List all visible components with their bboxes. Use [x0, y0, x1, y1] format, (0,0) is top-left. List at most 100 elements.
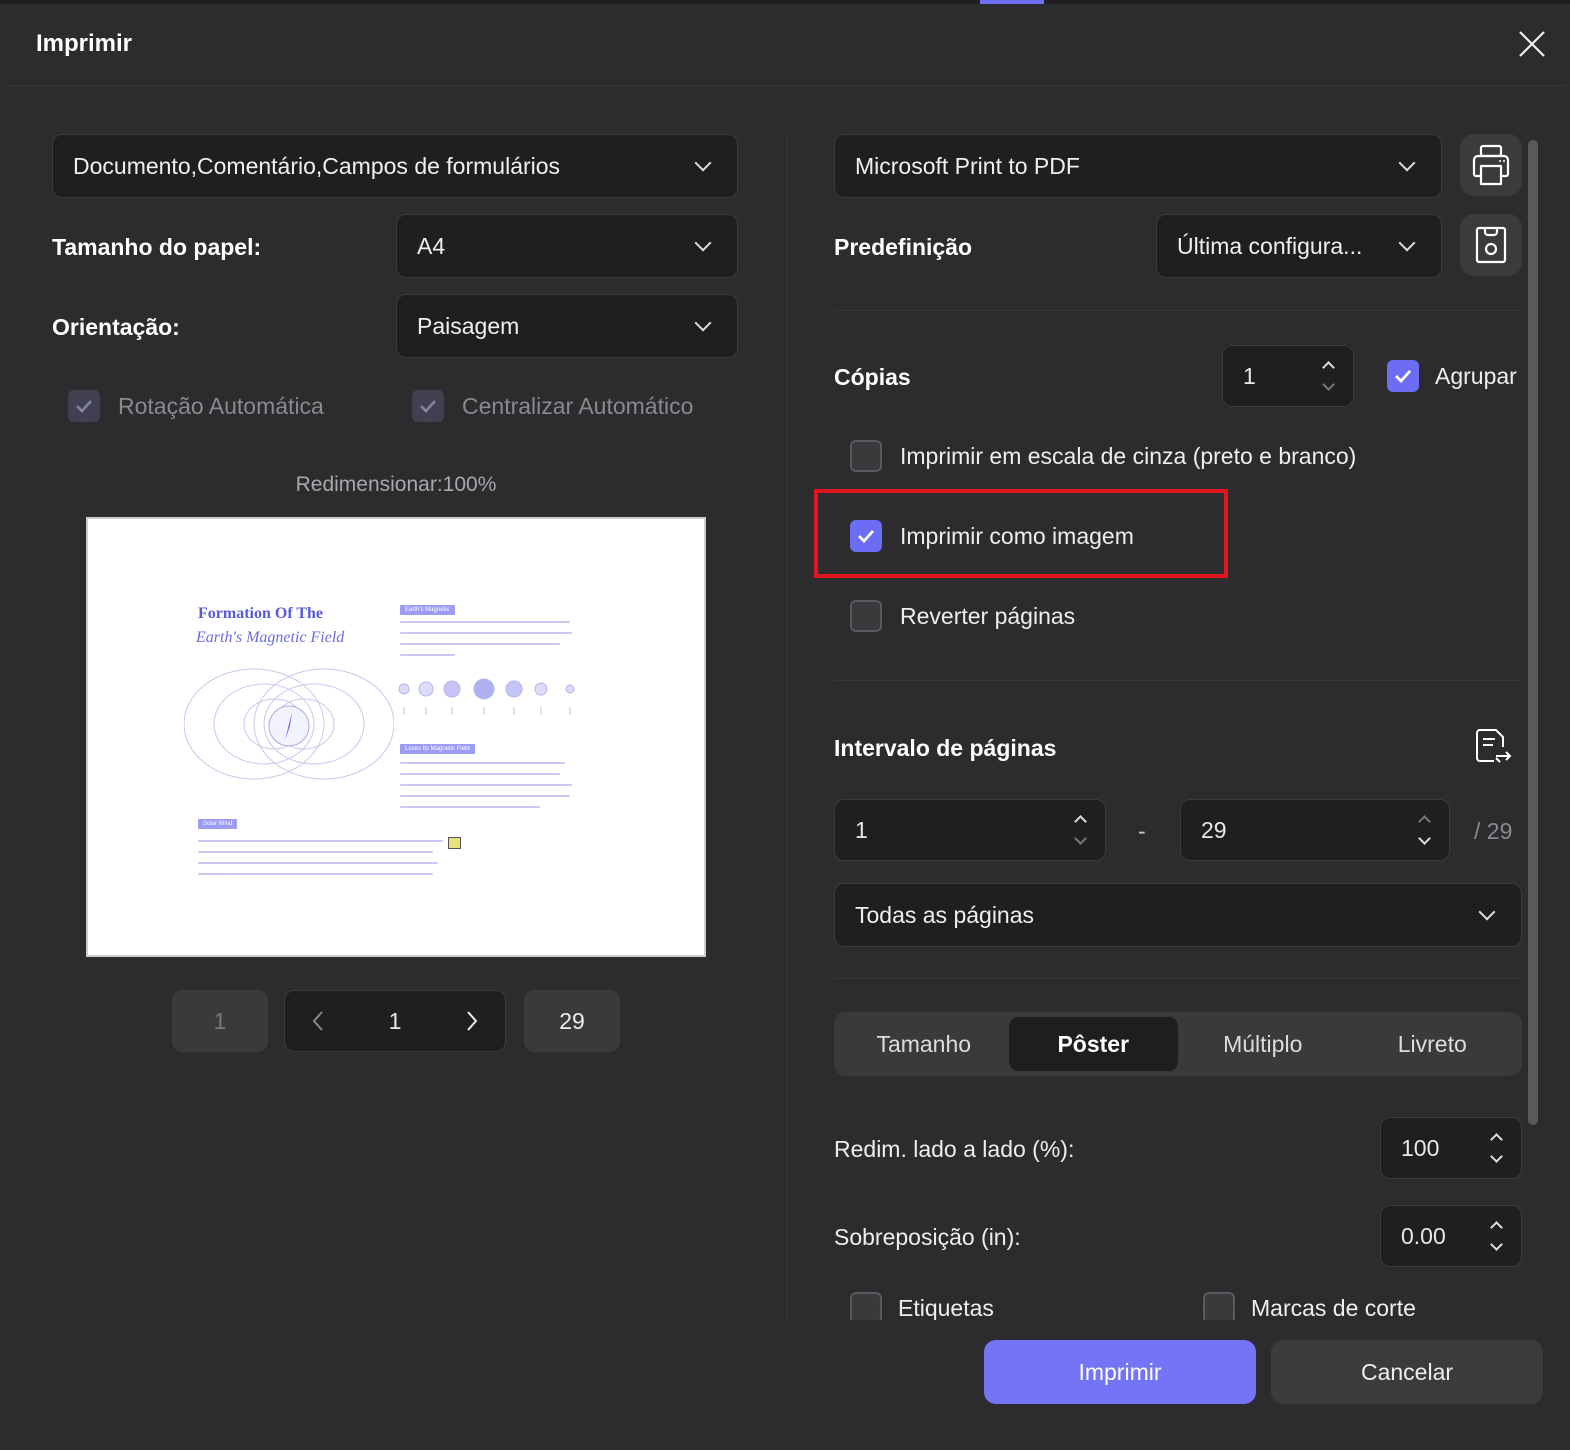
save-preset-button[interactable]	[1460, 214, 1522, 276]
orientation-select[interactable]: Paisagem	[396, 294, 738, 358]
decrement-icon[interactable]	[1074, 832, 1087, 845]
page-subset-value: Todas as páginas	[855, 901, 1035, 928]
tile-scale-label: Redim. lado a lado (%):	[834, 1136, 1075, 1162]
close-icon[interactable]	[1516, 28, 1548, 60]
resize-indicator: Redimensionar:100%	[295, 473, 497, 496]
grayscale-label: Imprimir em escala de cinza (preto e bra…	[900, 442, 1357, 469]
first-page-button[interactable]: 1	[172, 990, 268, 1052]
checkbox[interactable]	[1387, 360, 1419, 392]
tab-size[interactable]: Tamanho	[839, 1017, 1009, 1071]
next-page-icon[interactable]	[465, 1009, 479, 1033]
content-select-value: Documento,Comentário,Campos de formulári…	[73, 152, 561, 179]
preview-tag: Earth's Magnetic	[400, 605, 455, 615]
check-icon	[420, 400, 436, 413]
cut-marks-label: Marcas de corte	[1251, 1294, 1416, 1321]
collate-checkbox[interactable]: Agrupar	[1387, 360, 1517, 392]
labels-checkbox[interactable]: Etiquetas	[850, 1292, 994, 1320]
overlap-stepper[interactable]: 0.00	[1380, 1205, 1522, 1267]
check-icon	[76, 400, 92, 413]
tile-scale-stepper[interactable]: 100	[1380, 1117, 1522, 1179]
tab-booklet[interactable]: Livreto	[1348, 1017, 1518, 1071]
decrement-icon[interactable]	[1490, 1238, 1503, 1251]
labels-label: Etiquetas	[898, 1294, 994, 1321]
collate-label: Agrupar	[1435, 362, 1517, 389]
printer-properties-button[interactable]	[1460, 134, 1522, 196]
print-as-image-checkbox[interactable]: Imprimir como imagem	[850, 520, 1134, 552]
divider	[834, 310, 1522, 311]
auto-rotate-checkbox: Rotação Automática	[68, 390, 324, 422]
checkbox[interactable]	[850, 1292, 882, 1320]
checkbox[interactable]	[850, 600, 882, 632]
active-tab-indicator	[980, 0, 1044, 4]
preset-select[interactable]: Última configura...	[1156, 214, 1442, 278]
preset-label: Predefinição	[834, 234, 973, 260]
planets-illustration	[398, 678, 575, 715]
preview-tag: Solar Wind	[198, 819, 238, 829]
increment-icon[interactable]	[1418, 815, 1431, 828]
copies-stepper[interactable]: 1	[1222, 345, 1354, 407]
last-page-button[interactable]: 29	[524, 990, 620, 1052]
auto-rotate-label: Rotação Automática	[118, 392, 324, 419]
range-to-stepper[interactable]: 29	[1180, 799, 1450, 861]
grayscale-checkbox[interactable]: Imprimir em escala de cinza (preto e bra…	[850, 440, 1356, 472]
preview-paragraph	[400, 621, 575, 656]
chevron-down-icon	[1478, 903, 1496, 921]
poster-options-clip: Etiquetas Marcas de corte	[834, 1285, 1534, 1320]
checkbox	[412, 390, 444, 422]
printer-icon	[1472, 144, 1510, 186]
range-total: / 29	[1474, 818, 1513, 844]
current-page-input[interactable]: 1	[389, 1008, 402, 1035]
swap-range-icon[interactable]	[1474, 728, 1512, 766]
preview-title: Formation Of The	[198, 605, 324, 622]
increment-icon[interactable]	[1074, 815, 1087, 828]
overlap-label: Sobreposição (in):	[834, 1224, 1021, 1250]
preset-value: Última configura...	[1177, 232, 1363, 259]
increment-icon[interactable]	[1490, 1221, 1503, 1234]
print-button[interactable]: Imprimir	[984, 1340, 1256, 1404]
decrement-icon[interactable]	[1490, 1150, 1503, 1163]
chevron-down-icon	[694, 314, 712, 332]
chevron-down-icon	[694, 154, 712, 172]
auto-center-label: Centralizar Automático	[462, 392, 694, 419]
checkbox[interactable]	[850, 520, 882, 552]
cancel-button[interactable]: Cancelar	[1271, 1340, 1543, 1404]
preview-tag: Loses Its Magnetic Field	[400, 744, 475, 754]
preview-paragraph	[400, 762, 575, 808]
tab-poster[interactable]: Pôster	[1008, 1017, 1178, 1071]
paper-size-label: Tamanho do papel:	[52, 234, 262, 260]
paper-size-value: A4	[417, 232, 446, 259]
chevron-down-icon	[1398, 234, 1416, 252]
reverse-pages-checkbox[interactable]: Reverter páginas	[850, 600, 1075, 632]
increment-icon[interactable]	[1322, 361, 1335, 374]
prev-page-icon[interactable]	[311, 1009, 325, 1033]
tab-multiple[interactable]: Múltiplo	[1178, 1017, 1348, 1071]
print-preview: Formation Of The Earth's Magnetic Field …	[86, 517, 706, 957]
scrollbar[interactable]	[1528, 140, 1538, 1125]
preview-subtitle: Earth's Magnetic Field	[196, 629, 345, 646]
increment-icon[interactable]	[1490, 1133, 1503, 1146]
page-subset-select[interactable]: Todas as páginas	[834, 883, 1522, 947]
range-from-value: 1	[855, 816, 868, 843]
printer-value: Microsoft Print to PDF	[855, 152, 1080, 179]
content-select[interactable]: Documento,Comentário,Campos de formulári…	[52, 134, 738, 198]
decrement-icon[interactable]	[1418, 832, 1431, 845]
tile-scale-value: 100	[1401, 1134, 1440, 1161]
decrement-icon[interactable]	[1322, 378, 1335, 391]
printer-select[interactable]: Microsoft Print to PDF	[834, 134, 1442, 198]
preview-paragraph	[198, 840, 448, 875]
cut-marks-checkbox[interactable]: Marcas de corte	[1203, 1292, 1416, 1320]
chevron-down-icon	[694, 234, 712, 252]
range-separator: -	[1138, 818, 1146, 844]
auto-center-checkbox: Centralizar Automático	[412, 390, 693, 422]
range-from-stepper[interactable]: 1	[834, 799, 1106, 861]
chevron-down-icon	[1398, 154, 1416, 172]
overlap-value: 0.00	[1401, 1222, 1446, 1249]
paper-size-select[interactable]: A4	[396, 214, 738, 278]
page-navigator: 1	[284, 990, 506, 1052]
checkbox[interactable]	[1203, 1292, 1235, 1320]
magnetic-field-diagram	[184, 668, 394, 780]
reverse-pages-label: Reverter páginas	[900, 602, 1076, 629]
page-range-label: Intervalo de páginas	[834, 735, 1057, 761]
checkbox[interactable]	[850, 440, 882, 472]
divider	[834, 978, 1522, 979]
